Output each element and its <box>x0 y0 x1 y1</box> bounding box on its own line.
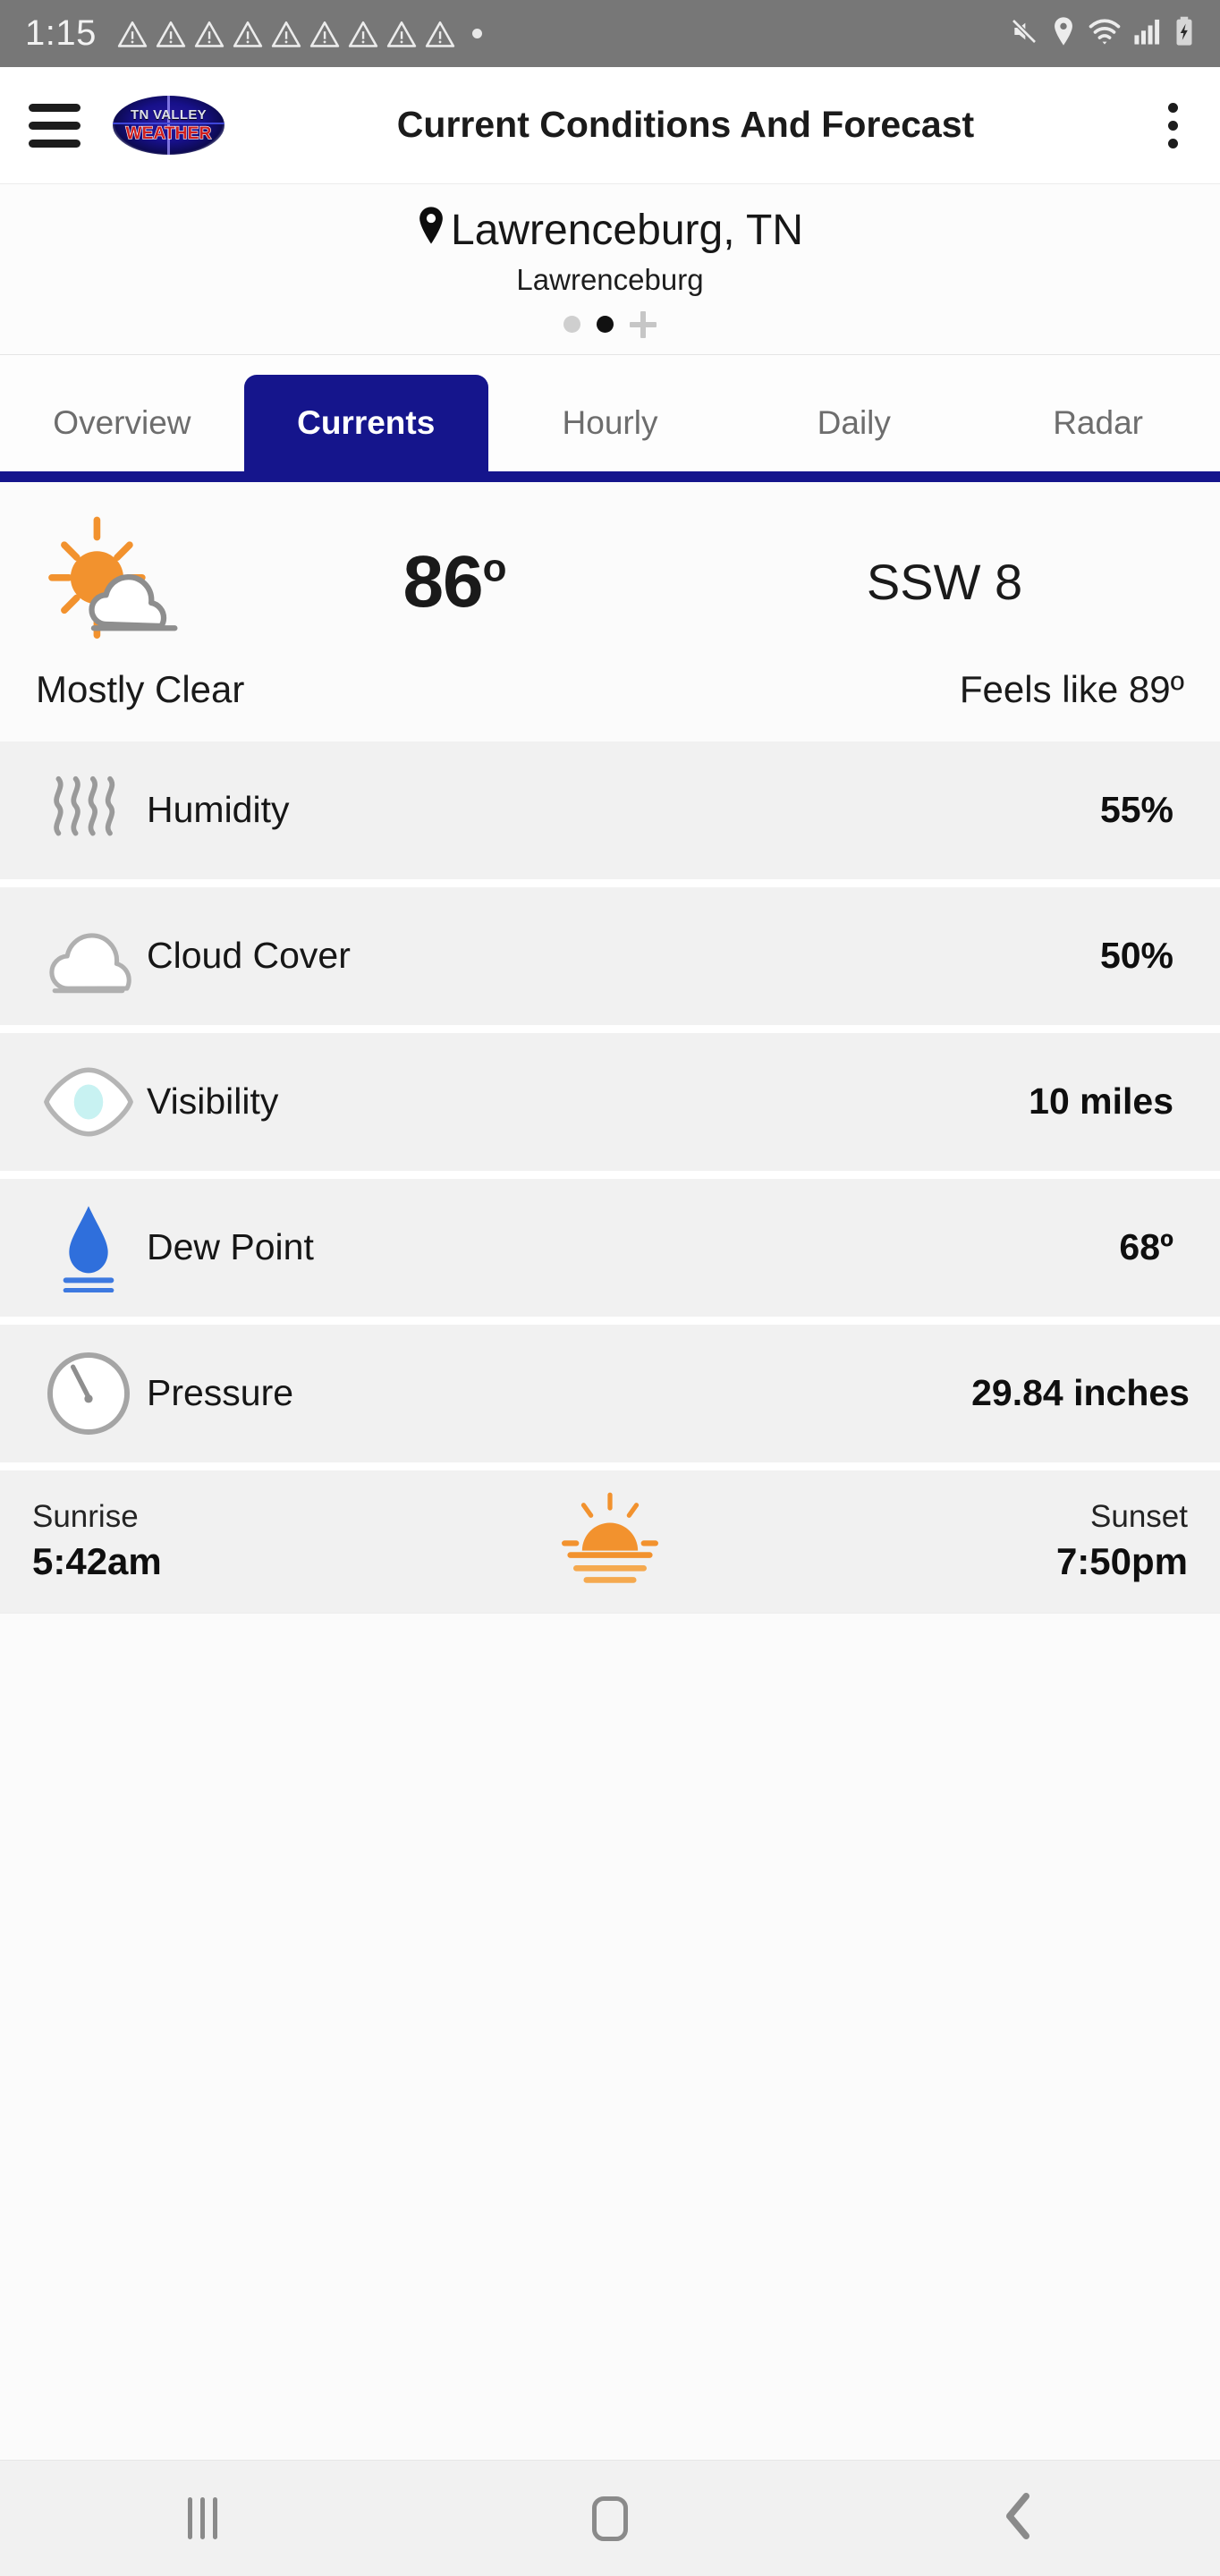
status-bar-right <box>1009 16 1195 51</box>
sunrise-icon <box>559 1492 662 1590</box>
warning-triangle-icon <box>233 20 263 48</box>
tab-bar-wrapper: Overview Currents Hourly Daily Radar <box>0 354 1220 482</box>
tab-hourly[interactable]: Hourly <box>488 375 733 471</box>
pager-dot-2-active[interactable] <box>597 316 614 334</box>
home-icon[interactable] <box>591 2496 628 2541</box>
add-location-button[interactable] <box>630 310 657 338</box>
detail-label: Pressure <box>147 1372 294 1414</box>
app-bar: TN VALLEY WEATHER Current Conditions And… <box>0 67 1220 183</box>
tab-overview[interactable]: Overview <box>0 375 244 471</box>
sunrise-sunset-row: Sunrise 5:42am Sunset 7:50pm <box>0 1470 1220 1614</box>
pressure-gauge-icon <box>30 1351 147 1436</box>
signal-icon <box>1133 17 1162 50</box>
tab-radar[interactable]: Radar <box>976 375 1220 471</box>
current-condition-text: Mostly Clear <box>36 667 245 710</box>
battery-charging-icon <box>1173 16 1195 51</box>
sunset-time: 7:50pm <box>1055 1540 1188 1583</box>
detail-row-cloud-cover[interactable]: Cloud Cover 50% <box>0 886 1220 1033</box>
status-time: 1:15 <box>25 13 97 53</box>
detail-row-humidity[interactable]: Humidity 55% <box>0 741 1220 887</box>
empty-content-area <box>0 1613 1220 1784</box>
logo-bottom-text: WEATHER <box>125 124 212 143</box>
current-secondary-row: Mostly Clear Feels like 89º <box>0 663 1220 741</box>
warning-triangle-icon <box>309 20 340 48</box>
location-icon <box>1051 16 1076 51</box>
back-chevron-icon[interactable] <box>1003 2493 1033 2544</box>
app-logo: TN VALLEY WEATHER <box>113 96 225 155</box>
tab-underline <box>0 470 1220 482</box>
detail-label: Cloud Cover <box>147 935 351 977</box>
detail-value: 10 miles <box>1029 1080 1173 1123</box>
current-conditions-panel: 86o SSW 8 Mostly Clear Feels like 89º <box>0 481 1220 741</box>
cloud-icon <box>30 918 147 995</box>
page-title: Current Conditions And Forecast <box>396 104 975 146</box>
status-bar-left: 1:15 <box>25 13 1009 54</box>
humidity-waves-icon <box>30 767 147 853</box>
detail-value: 55% <box>1099 789 1173 831</box>
warning-triangle-icon <box>271 20 301 48</box>
sunset-label: Sunset <box>1090 1499 1188 1535</box>
tab-daily[interactable]: Daily <box>732 375 976 471</box>
recents-icon[interactable] <box>187 2497 217 2539</box>
logo-top-text: TN VALLEY <box>131 107 207 123</box>
warning-triangle-icon <box>425 20 455 48</box>
hamburger-menu-icon[interactable] <box>27 100 82 151</box>
detail-label: Humidity <box>147 789 290 831</box>
current-wind: SSW 8 <box>866 554 1023 611</box>
temperature-value: 86 <box>402 540 483 623</box>
feels-like-text: Feels like 89º <box>959 667 1184 710</box>
warning-triangle-icon <box>117 20 148 48</box>
location-title-row: Lawrenceburg, TN <box>0 206 1220 256</box>
phone-screen: 1:15 TN VALLEY WEATHER Current Condition… <box>0 0 1220 2576</box>
detail-value: 68º <box>1119 1226 1173 1268</box>
location-name: Lawrenceburg, TN <box>451 206 803 254</box>
current-primary-row: 86o SSW 8 <box>0 502 1220 663</box>
warning-triangle-icon <box>194 20 225 48</box>
degree-symbol: o <box>482 546 507 590</box>
warning-triangle-icon <box>348 20 378 48</box>
status-bar: 1:15 <box>0 0 1220 67</box>
pager-dot-1[interactable] <box>563 316 580 334</box>
system-nav-bar <box>0 2460 1220 2576</box>
tab-currents[interactable]: Currents <box>243 374 488 471</box>
location-pager <box>0 310 1220 338</box>
status-notification-dot-icon <box>471 29 482 38</box>
detail-label: Dew Point <box>147 1226 314 1268</box>
detail-row-dew-point[interactable]: Dew Point 68º <box>0 1178 1220 1325</box>
sunset-block: Sunset 7:50pm <box>1056 1499 1188 1583</box>
wifi-icon <box>1088 16 1122 51</box>
sun-behind-cloud-icon <box>30 511 209 654</box>
sunrise-block: Sunrise 5:42am <box>32 1499 162 1583</box>
detail-label: Visibility <box>147 1080 279 1123</box>
location-card[interactable]: Lawrenceburg, TN Lawrenceburg <box>0 183 1220 355</box>
mute-icon <box>1009 17 1039 50</box>
eye-visibility-icon <box>30 1065 147 1139</box>
location-subname: Lawrenceburg <box>516 262 704 296</box>
kebab-menu-icon[interactable] <box>1147 102 1199 148</box>
water-drop-icon <box>30 1203 147 1292</box>
detail-value: 29.84 inches <box>971 1372 1190 1414</box>
detail-row-visibility[interactable]: Visibility 10 miles <box>0 1032 1220 1179</box>
location-pin-icon <box>417 206 445 256</box>
warning-triangle-icon <box>386 20 417 48</box>
warning-triangle-icon <box>156 20 186 48</box>
sunrise-time: 5:42am <box>32 1540 162 1583</box>
current-temperature: 86o <box>209 540 699 624</box>
sunrise-label: Sunrise <box>32 1499 139 1535</box>
tab-bar: Overview Currents Hourly Daily Radar <box>0 374 1220 471</box>
sunrise-sunset-inner: Sunrise 5:42am Sunset 7:50pm <box>32 1492 1188 1584</box>
detail-row-pressure[interactable]: Pressure 29.84 inches <box>0 1324 1220 1470</box>
detail-value: 50% <box>1099 935 1173 977</box>
